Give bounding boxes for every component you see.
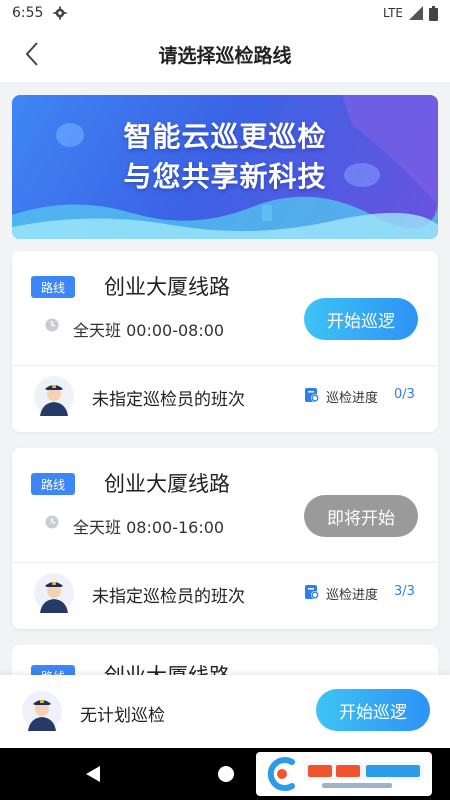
chevron-left-icon — [25, 42, 38, 66]
route-card[interactable]: 路线 创业大厦线路 全天班 00:00-08:00 开始巡逻 未指定巡检员的班次… — [12, 251, 438, 432]
watermark-c-icon — [267, 757, 295, 791]
app-header: 请选择巡检路线 — [0, 26, 450, 82]
network-type: LTE — [383, 6, 403, 20]
watermark-logo — [256, 752, 432, 796]
gear-icon — [53, 6, 68, 20]
signal-icon — [409, 6, 423, 20]
clock-icon — [45, 515, 59, 529]
upcoming-button[interactable]: 即将开始 — [304, 495, 418, 537]
progress-value: 0/3 — [394, 387, 415, 402]
shift-time: 全天班 08:00-16:00 — [73, 518, 225, 537]
start-patrol-button[interactable]: 开始巡逻 — [304, 298, 418, 340]
start-unplanned-patrol-button[interactable]: 开始巡逻 — [316, 689, 430, 731]
nav-home-icon[interactable] — [218, 766, 234, 782]
nav-back-icon[interactable] — [86, 766, 100, 782]
guard-avatar — [34, 376, 74, 416]
route-card[interactable]: 路线 创业大厦线路 全天班 08:00-16:00 即将开始 未指定巡检员的班次… — [12, 448, 438, 629]
guard-avatar — [34, 573, 74, 613]
progress-icon — [305, 585, 319, 599]
promo-banner: 智能云巡更巡检 与您共享新科技 — [12, 95, 438, 239]
assignee-text: 未指定巡检员的班次 — [92, 587, 245, 607]
route-tag: 路线 — [31, 276, 75, 298]
route-name: 创业大厦线路 — [104, 275, 230, 299]
unplanned-label: 无计划巡检 — [80, 706, 165, 726]
guard-avatar — [22, 691, 62, 731]
banner-headline: 智能云巡更巡检 — [123, 120, 327, 153]
battery-icon — [429, 5, 438, 21]
progress-label: 巡检进度 — [326, 588, 379, 603]
banner-subheadline: 与您共享新科技 — [123, 160, 327, 193]
progress-icon — [305, 388, 319, 402]
route-tag: 路线 — [31, 473, 75, 495]
shift-time: 全天班 00:00-08:00 — [73, 321, 225, 340]
progress-value: 3/3 — [394, 584, 415, 599]
assignee-text: 未指定巡检员的班次 — [92, 390, 245, 410]
watermark-wordmark — [304, 762, 424, 788]
page-title: 请选择巡检路线 — [158, 44, 292, 67]
status-time: 6:55 — [12, 5, 44, 21]
progress-label: 巡检进度 — [326, 391, 379, 406]
unplanned-patrol-bar: 无计划巡检 开始巡逻 — [0, 675, 450, 748]
back-button[interactable] — [18, 40, 46, 68]
route-name: 创业大厦线路 — [104, 472, 230, 496]
status-bar: 6:55 LTE — [0, 0, 450, 26]
clock-icon — [45, 318, 59, 332]
